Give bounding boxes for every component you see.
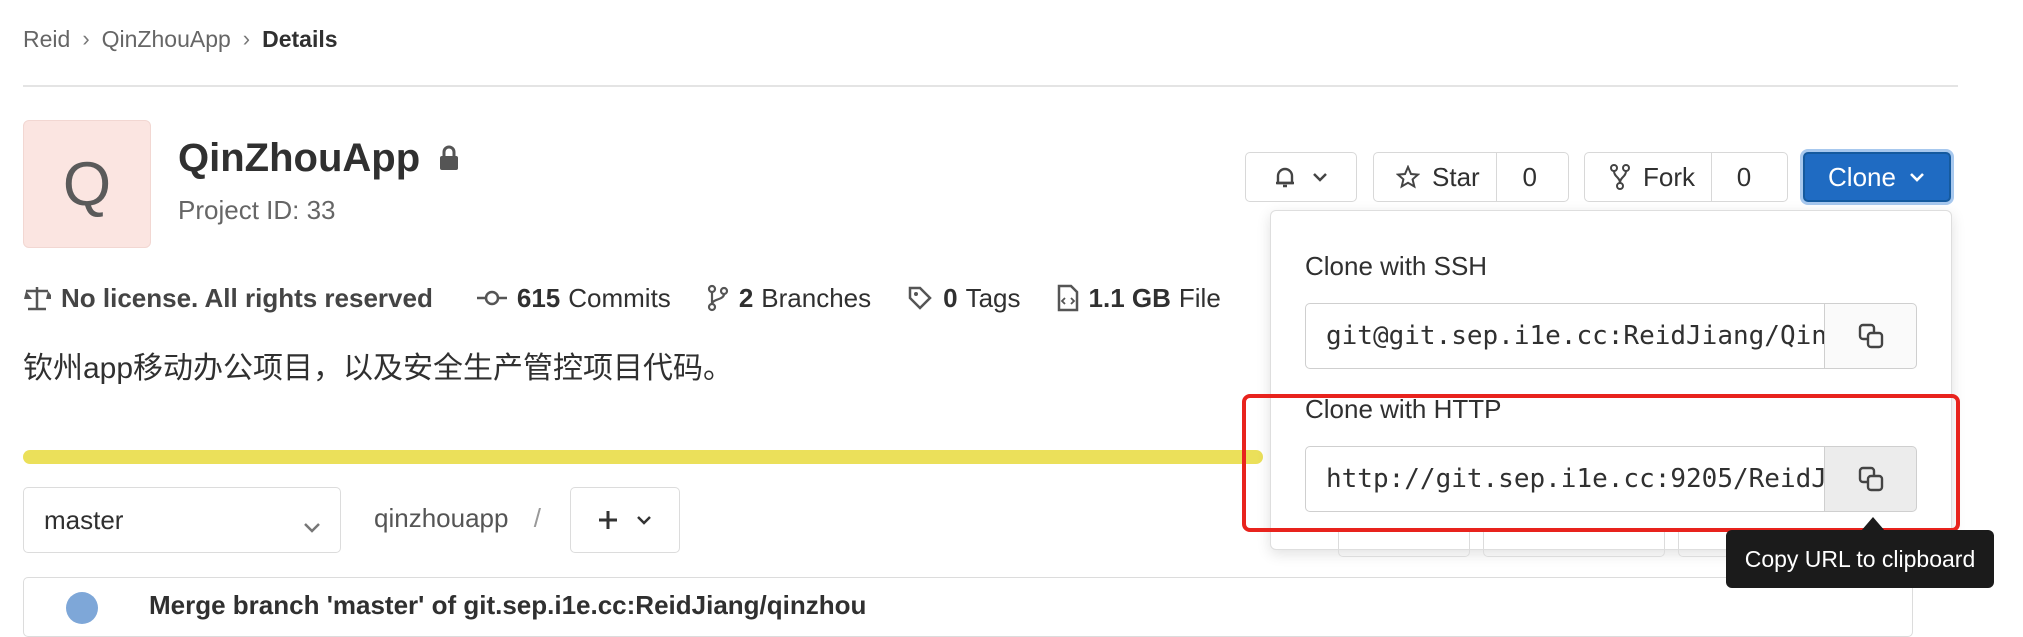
tag-icon [908, 286, 932, 310]
chevron-right-icon: › [82, 26, 90, 51]
clone-ssh-label: Clone with SSH [1305, 251, 1488, 281]
history-button-edge [1678, 530, 1730, 557]
repository-language-bar [23, 450, 1263, 464]
notification-dropdown[interactable] [1245, 152, 1357, 202]
fork-label: Fork [1643, 161, 1695, 192]
branches-count: 2 [738, 282, 754, 313]
size-value: 1.1 GB [1088, 282, 1171, 313]
tags-label: Tags [965, 282, 1021, 313]
commit-icon [476, 290, 507, 306]
star-icon [1396, 165, 1420, 189]
file-icon [1057, 284, 1078, 312]
divider [23, 85, 1958, 87]
chevron-down-icon [1313, 173, 1327, 182]
user-avatar-icon [66, 592, 98, 624]
branch-name: master [44, 504, 124, 535]
commits-label: Commits [568, 282, 671, 313]
star-button[interactable]: Star 0 [1373, 152, 1569, 202]
project-id: Project ID: 33 [178, 195, 336, 225]
plus-icon [599, 511, 617, 529]
clone-label: Clone [1828, 161, 1896, 192]
fork-count[interactable]: 0 [1711, 153, 1776, 201]
project-name[interactable]: QinZhouApp [178, 136, 420, 181]
license-text: No license. All rights reserved [61, 282, 433, 313]
branches-label: Branches [761, 282, 872, 313]
clone-ssh-url-input[interactable]: git@git.sep.i1e.cc:ReidJiang/QinZhouApp.… [1305, 303, 1825, 369]
breadcrumb: Reid › QinZhouApp › Details [23, 24, 338, 54]
project-description: 钦州app移动办公项目，以及安全生产管控项目代码。 [23, 352, 734, 385]
project-stats: No license. All rights reserved 615 Comm… [23, 280, 1257, 316]
commits-count: 615 [516, 282, 561, 313]
branches-stat[interactable]: 2 Branches [707, 283, 871, 314]
path-root[interactable]: qinzhouapp [374, 503, 508, 533]
scale-icon [24, 287, 51, 311]
branch-selector[interactable]: master [23, 487, 341, 553]
copy-url-tooltip: Copy URL to clipboard [1726, 530, 1994, 588]
tags-count: 0 [943, 282, 958, 313]
last-commit-box: Merge branch 'master' of git.sep.i1e.cc:… [23, 577, 1913, 637]
chevron-down-icon [637, 516, 651, 525]
last-commit-message[interactable]: Merge branch 'master' of git.sep.i1e.cc:… [149, 590, 866, 621]
copy-ssh-url-button[interactable] [1825, 303, 1917, 369]
lock-icon [438, 136, 460, 181]
chevron-down-icon [302, 510, 322, 541]
fork-button[interactable]: Fork 0 [1584, 152, 1788, 202]
license-stat[interactable]: No license. All rights reserved [23, 283, 441, 314]
chevron-down-icon [1910, 173, 1924, 182]
files-stat[interactable]: 1.1 GB File [1057, 283, 1221, 314]
commits-stat[interactable]: 615 Commits [476, 282, 671, 314]
clone-button[interactable]: Clone [1803, 152, 1951, 202]
tooltip-arrow [1861, 517, 1885, 531]
copy-icon [1858, 323, 1883, 349]
star-label: Star [1432, 161, 1480, 192]
add-file-dropdown[interactable] [570, 487, 680, 553]
star-count[interactable]: 0 [1495, 153, 1563, 201]
bell-icon [1276, 167, 1294, 188]
project-avatar: Q [23, 120, 151, 248]
breadcrumb-item-reid[interactable]: Reid [23, 26, 70, 53]
repo-path: qinzhouapp / [374, 503, 541, 534]
path-separator: / [533, 503, 541, 533]
fork-icon [1610, 164, 1630, 190]
breadcrumb-current: Details [262, 25, 338, 52]
project-title: QinZhouApp [178, 136, 460, 181]
find-file-button-edge [1483, 530, 1665, 557]
annotation-highlight-box [1242, 394, 1960, 532]
tags-stat[interactable]: 0 Tags [907, 282, 1021, 314]
size-label: File [1178, 282, 1221, 313]
chevron-right-icon: › [242, 26, 251, 51]
branch-icon [707, 284, 728, 312]
breadcrumb-item-project[interactable]: QinZhouApp [102, 26, 231, 53]
web-ide-button-edge [1338, 530, 1470, 557]
